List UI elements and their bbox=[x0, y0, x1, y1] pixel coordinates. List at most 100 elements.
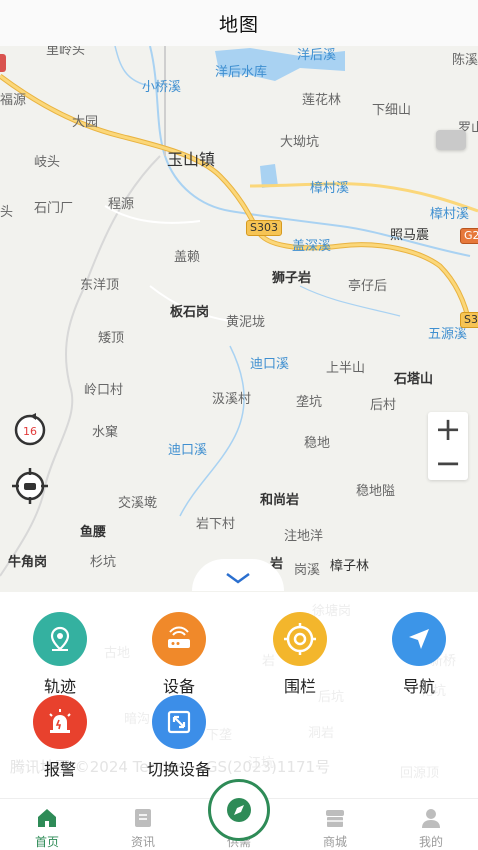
map-label: 照马震 bbox=[390, 228, 430, 243]
navigation-arrow-icon bbox=[392, 612, 446, 666]
map-label: 下细山 bbox=[372, 103, 412, 118]
map-label: 注地洋 bbox=[284, 529, 324, 544]
supply-center-button[interactable] bbox=[208, 779, 270, 841]
zoom-out-button[interactable]: − bbox=[428, 444, 468, 482]
road-number-tag: G2 bbox=[460, 228, 478, 245]
map-ghost-label: 古地 bbox=[104, 646, 131, 661]
map-label: 盖深溪 bbox=[292, 239, 332, 254]
map-label: 岗溪 bbox=[294, 563, 321, 578]
navigation-label: 导航 bbox=[402, 677, 435, 696]
store-icon bbox=[326, 810, 344, 827]
refresh-button[interactable]: 16 bbox=[10, 412, 50, 448]
map-label: 洋后水库 bbox=[215, 65, 268, 80]
map-label: 垄坑 bbox=[296, 395, 323, 410]
collapse-panel-button[interactable] bbox=[192, 559, 284, 591]
map-label: 岩下村 bbox=[196, 517, 236, 532]
map-label: 樟村溪 bbox=[310, 181, 350, 196]
map-ghost-label: 回源顶 bbox=[400, 766, 440, 781]
map-label: 迪口溪 bbox=[168, 443, 208, 458]
map-label: 板石岗 bbox=[170, 305, 210, 320]
track-button[interactable]: 轨迹 bbox=[15, 612, 105, 697]
alarm-label: 报警 bbox=[43, 760, 76, 779]
map-label: 杉坑 bbox=[90, 555, 117, 570]
map-label: 稳地 bbox=[304, 436, 331, 451]
map-ghost-label: 洞岩 bbox=[308, 726, 335, 741]
tab-store-label: 商城 bbox=[322, 835, 347, 849]
map-label: 大坳坑 bbox=[280, 135, 320, 150]
zoom-control: + − bbox=[428, 410, 468, 482]
map-label: 陈溪 bbox=[452, 53, 478, 68]
switch-device-button[interactable]: 切换设备 bbox=[134, 695, 224, 780]
road-number-tag: S3 bbox=[460, 312, 478, 329]
map-label: 黄泥垅 bbox=[226, 315, 266, 330]
news-icon bbox=[135, 809, 151, 827]
map-label: 盖赖 bbox=[174, 250, 201, 265]
map-label: 亭仔后 bbox=[348, 279, 388, 294]
map-label: 迪口溪 bbox=[250, 357, 290, 372]
track-label: 轨迹 bbox=[43, 677, 76, 696]
map-label: 大园 bbox=[72, 115, 99, 130]
map-label: 矮顶 bbox=[98, 331, 125, 346]
map-label: 福源 bbox=[0, 93, 27, 108]
map-label: 玉山镇 bbox=[167, 150, 216, 169]
map-label: 和尚岩 bbox=[260, 493, 300, 508]
map-label: 石塔山 bbox=[394, 372, 434, 387]
map-marker[interactable] bbox=[436, 130, 466, 150]
compass-icon bbox=[227, 798, 251, 822]
road-number-tag: S303 bbox=[246, 220, 282, 237]
map-label: 洋后溪 bbox=[297, 48, 337, 63]
tab-store[interactable]: 商城 bbox=[305, 799, 365, 850]
map-label: 五源溪 bbox=[428, 327, 468, 342]
home-icon bbox=[38, 809, 56, 827]
map-label: 莲花林 bbox=[302, 93, 342, 108]
page-title: 地图 bbox=[218, 13, 259, 36]
map-label: 鱼腰 bbox=[80, 525, 107, 540]
navigation-button[interactable]: 导航 bbox=[374, 612, 464, 697]
tab-mine[interactable]: 我的 bbox=[401, 799, 461, 850]
map-label: 交溪墘 bbox=[118, 496, 158, 511]
svg-text:16: 16 bbox=[23, 425, 37, 438]
map-label: 汲溪村 bbox=[212, 392, 252, 407]
alarm-button[interactable]: 报警 bbox=[15, 695, 105, 780]
siren-icon bbox=[33, 695, 87, 749]
map-label: 牛角岗 bbox=[8, 555, 48, 570]
map-label: 里岭头 bbox=[46, 46, 86, 58]
switch-icon bbox=[152, 695, 206, 749]
function-panel: 徐塘岗 古地 后坑 岩 暗沟 新桥 花坑 洞岩 下垄 江坑 回源顶 腾讯地图 ©… bbox=[0, 592, 478, 782]
map-label: 石门厂 bbox=[34, 201, 74, 216]
tab-news[interactable]: 资讯 bbox=[113, 799, 173, 850]
location-pin-icon bbox=[33, 612, 87, 666]
fence-label: 围栏 bbox=[283, 677, 316, 696]
map-label: 上半山 bbox=[326, 361, 366, 376]
device-button[interactable]: 设备 bbox=[134, 612, 224, 697]
map-label: 岐头 bbox=[34, 155, 61, 170]
map-label: 樟子林 bbox=[330, 559, 370, 574]
map-label: 狮子岩 bbox=[272, 271, 312, 286]
locate-button[interactable] bbox=[10, 466, 50, 506]
fence-button[interactable]: 围栏 bbox=[255, 612, 345, 697]
switch-device-label: 切换设备 bbox=[146, 760, 211, 779]
map-label: 头 bbox=[0, 205, 14, 220]
top-bar: 地图 bbox=[0, 0, 478, 46]
tab-news-label: 资讯 bbox=[130, 835, 155, 849]
router-icon bbox=[152, 612, 206, 666]
chevron-down-icon bbox=[226, 572, 250, 584]
tab-home[interactable]: 首页 bbox=[17, 799, 77, 850]
map-label: 樟村溪 bbox=[430, 207, 470, 222]
map-label: 岭口村 bbox=[84, 383, 124, 398]
locate-icon bbox=[12, 468, 48, 504]
map-label: 水窠 bbox=[92, 425, 119, 440]
map-label: 东洋顶 bbox=[80, 278, 120, 293]
map-label: 后村 bbox=[370, 398, 397, 413]
map-view[interactable]: 里岭头 洋后溪 陈溪 福源 小桥溪 洋后水库 莲花林 下细山 大园 大坳坑 罗山… bbox=[0, 46, 478, 596]
tab-home-label: 首页 bbox=[34, 835, 59, 849]
zoom-in-button[interactable]: + bbox=[428, 410, 468, 448]
map-label: 小桥溪 bbox=[142, 80, 182, 95]
target-icon bbox=[273, 612, 327, 666]
map-label: 程源 bbox=[108, 197, 135, 212]
map-marker-edge bbox=[0, 54, 6, 72]
map-label: 稳地隘 bbox=[356, 484, 396, 499]
device-label: 设备 bbox=[162, 677, 195, 696]
tab-mine-label: 我的 bbox=[418, 835, 443, 849]
user-icon bbox=[422, 809, 440, 828]
